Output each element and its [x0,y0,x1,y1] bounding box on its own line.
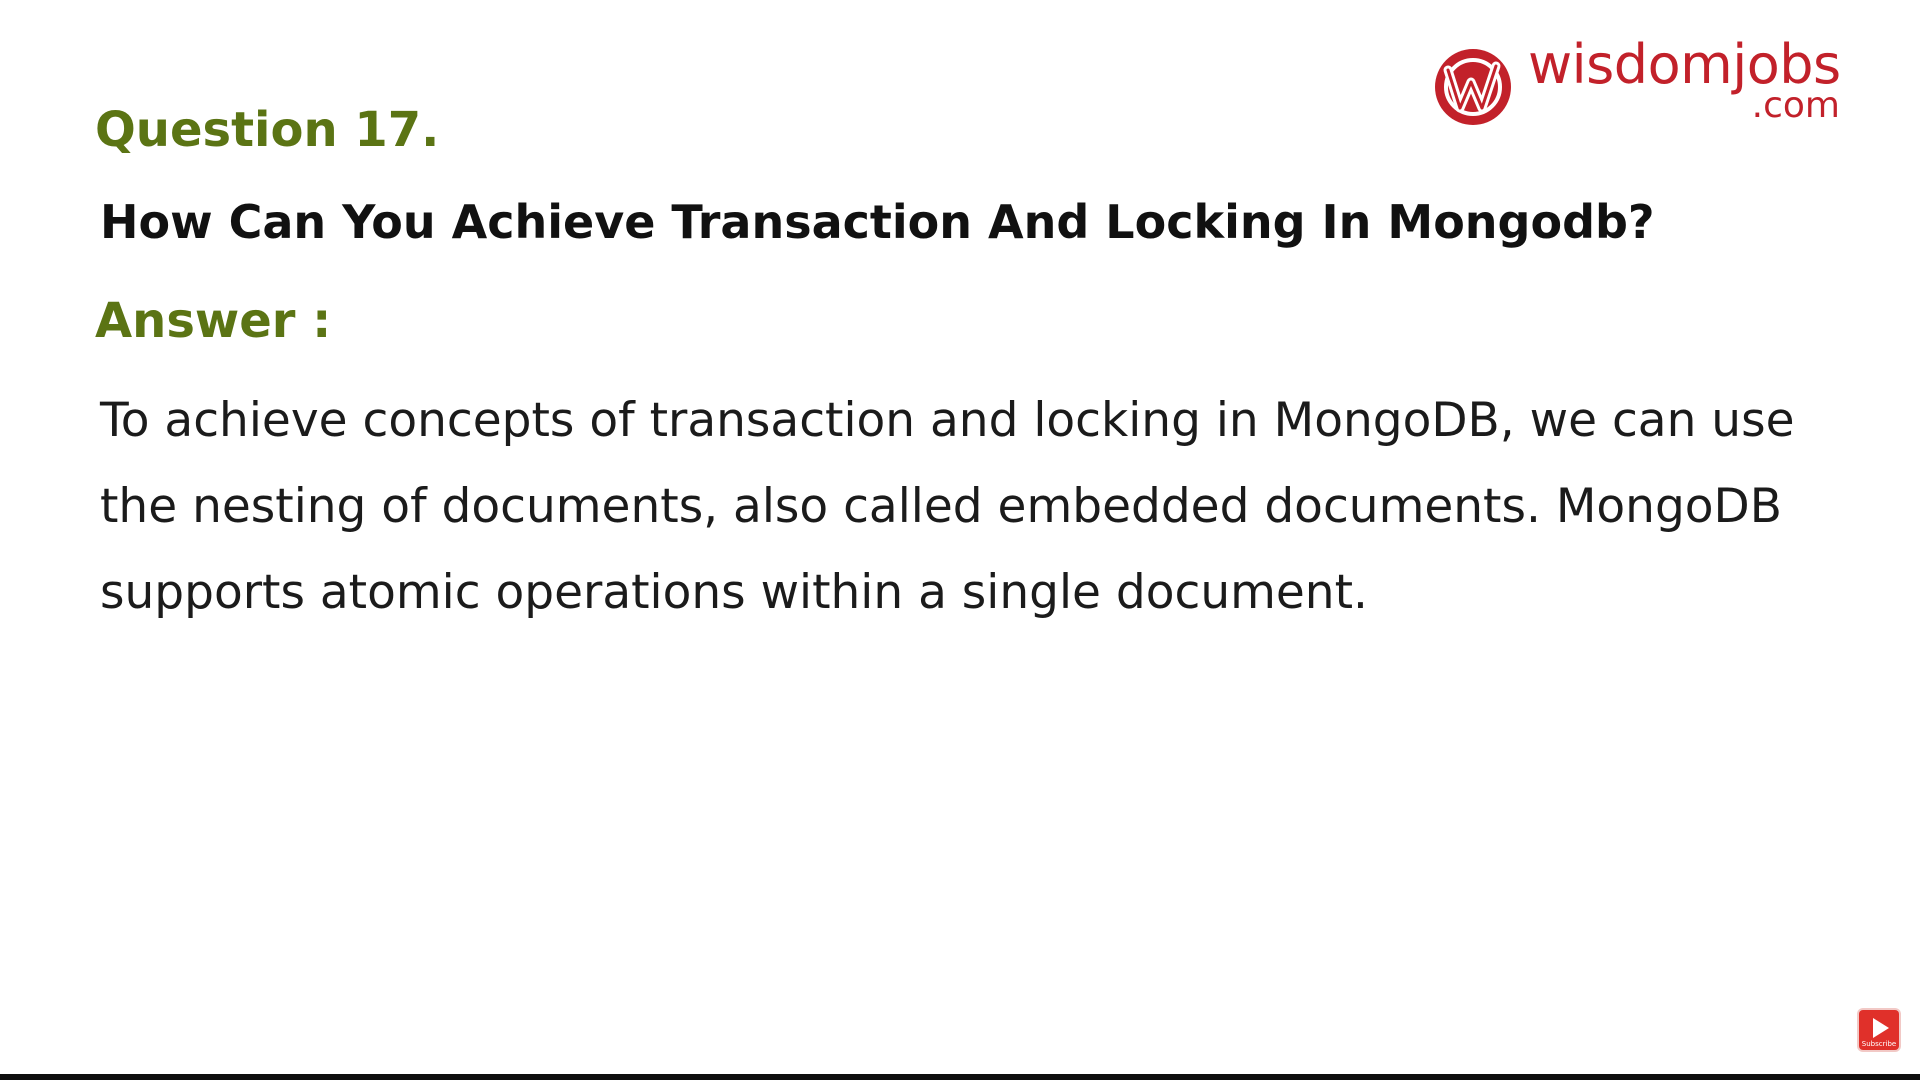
logo-tld: .com [1751,85,1840,126]
logo-wordmark: wisdomjobs [1528,33,1841,96]
subscribe-play-icon [1873,1018,1889,1038]
bottom-divider [0,1074,1920,1080]
answer-label: Answer : [95,293,332,349]
wisdomjobs-w-logo-icon [1435,49,1511,125]
question-title: How Can You Achieve Transaction And Lock… [100,195,1655,249]
question-number: Question 17. [95,102,440,158]
wisdomjobs-logo: wisdomjobs .com [1432,38,1842,136]
answer-text: To achieve concepts of transaction and l… [100,393,1795,620]
subscribe-label: Subscribe [1861,1040,1897,1048]
slide: wisdomjobs .com Question 17. How Can You… [0,0,1920,1080]
subscribe-button[interactable]: Subscribe [1859,1010,1899,1050]
